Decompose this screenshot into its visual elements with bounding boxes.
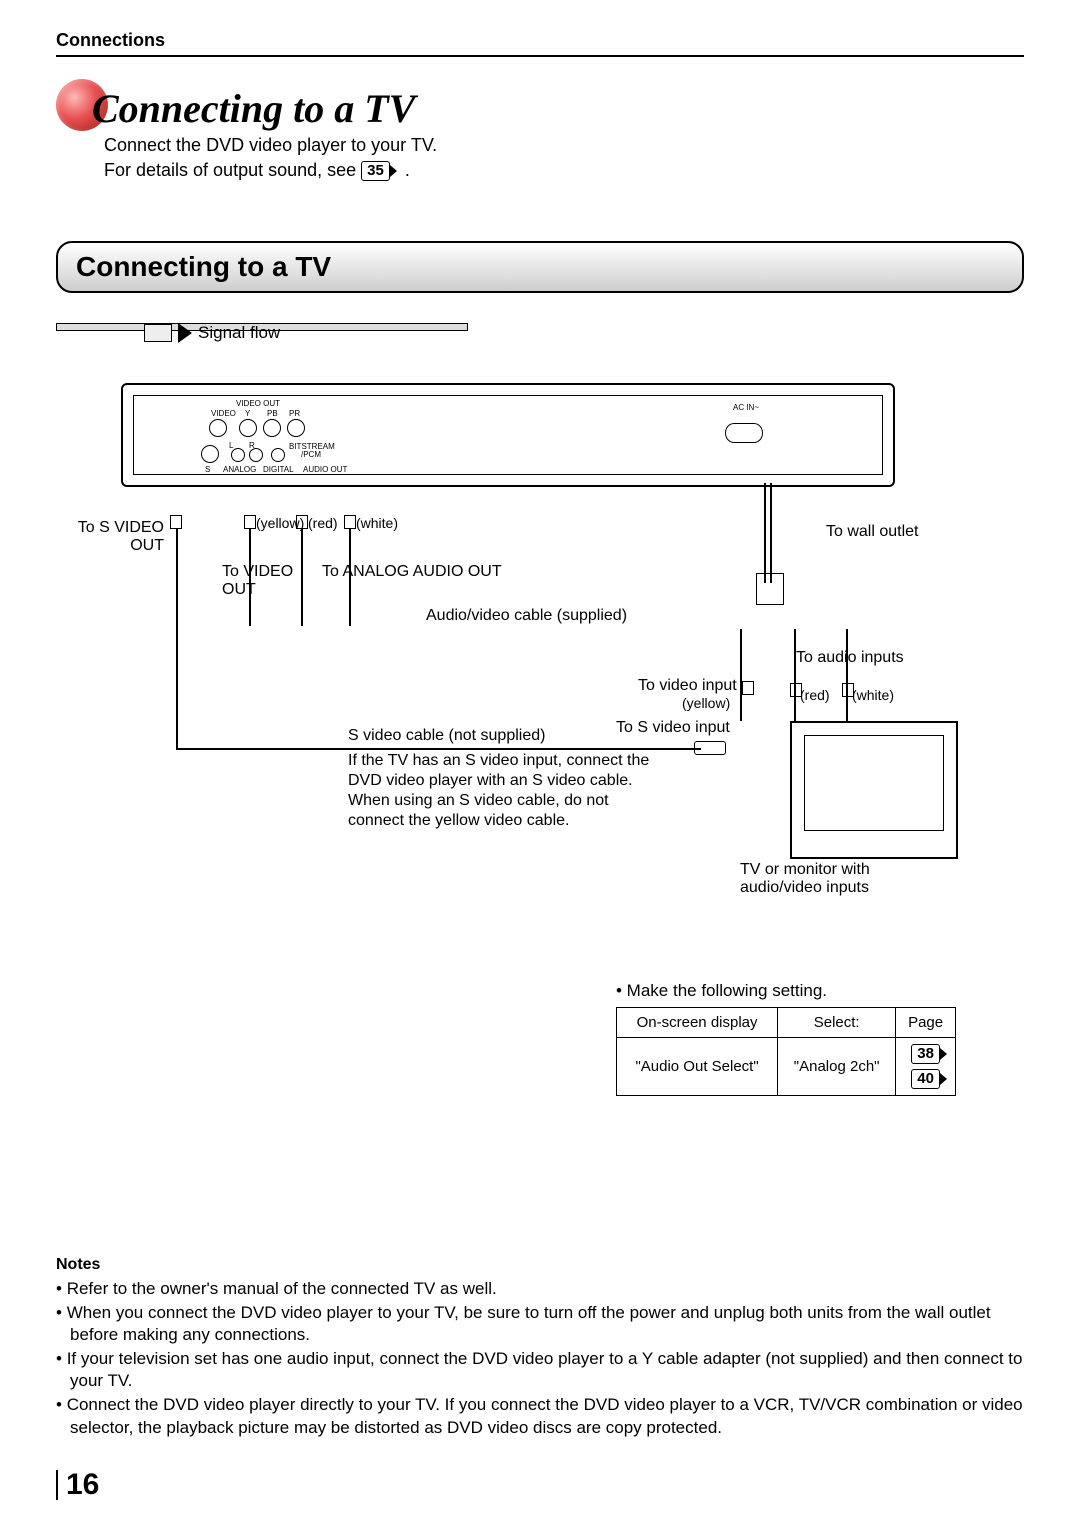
label-pb: PB xyxy=(267,409,278,418)
notes-title: Notes xyxy=(56,1256,1024,1274)
connection-diagram: Signal flow VIDEO OUT VIDEO Y PB PR S L … xyxy=(56,323,1024,963)
col-select: Select: xyxy=(778,1008,896,1038)
wire-audio-r xyxy=(349,528,351,626)
label-s-video-out: To S VIDEO OUT xyxy=(74,519,164,555)
label-red-top: (red) xyxy=(308,515,338,531)
label-yellow-top: (yellow) xyxy=(256,515,304,531)
section-underline xyxy=(56,55,1024,57)
dvd-logo-icon xyxy=(725,423,763,443)
label-ac-in: AC IN~ xyxy=(733,403,759,412)
notes-block: Notes Refer to the owner's manual of the… xyxy=(56,1256,1024,1439)
intro-line2-suffix: . xyxy=(405,160,410,180)
page-ref-icon: 38 xyxy=(911,1044,940,1064)
label-av-cable: Audio/video cable (supplied) xyxy=(426,607,627,625)
list-item: Connect the DVD video player directly to… xyxy=(56,1394,1024,1438)
jack-analog-l xyxy=(231,448,245,462)
cell-select: "Analog 2ch" xyxy=(778,1038,896,1096)
settings-lead: • Make the following setting. xyxy=(616,981,956,1001)
label-audio-out: AUDIO OUT xyxy=(303,465,347,474)
jack-video xyxy=(209,419,227,437)
intro-line2: For details of output sound, see 35 . xyxy=(104,160,1024,181)
settings-block: • Make the following setting. On-screen … xyxy=(616,981,956,1096)
s-video-plug-icon xyxy=(170,515,182,529)
list-item: If your television set has one audio inp… xyxy=(56,1348,1024,1392)
col-page: Page xyxy=(896,1008,956,1038)
tv-video-plug-icon xyxy=(742,681,754,695)
subheading: Connecting to a TV xyxy=(56,241,1024,293)
wire-audio-l xyxy=(301,528,303,626)
jack-pb xyxy=(263,419,281,437)
jack-y xyxy=(239,419,257,437)
s-video-cable-h xyxy=(176,748,701,750)
label-to-s-video-input: To S video input xyxy=(616,719,730,737)
label-yellow-tv: (yellow) xyxy=(682,695,730,711)
audio-r-plug-icon xyxy=(344,515,356,529)
label-r: R xyxy=(249,441,255,450)
power-plug-icon xyxy=(756,573,784,605)
label-to-video-input: To video input xyxy=(638,677,737,695)
label-video: VIDEO xyxy=(211,409,236,418)
page-ref-icon: 35 xyxy=(361,161,390,181)
settings-table: On-screen display Select: Page "Audio Ou… xyxy=(616,1007,956,1096)
label-to-wall-outlet: To wall outlet xyxy=(826,523,919,541)
arrow-right-icon xyxy=(178,323,192,343)
wire-video-in xyxy=(740,629,742,721)
list-item: Refer to the owner's manual of the conne… xyxy=(56,1278,1024,1300)
tv-screen-icon xyxy=(804,735,944,831)
dvd-player-rear-panel: VIDEO OUT VIDEO Y PB PR S L R ANALOG DIG… xyxy=(121,383,895,487)
tv-icon xyxy=(790,721,958,859)
table-row: "Audio Out Select" "Analog 2ch" 38 40 xyxy=(617,1038,956,1096)
label-bitstream: BITSTREAM /PCM xyxy=(289,443,333,459)
label-l: L xyxy=(229,441,233,450)
jack-pr xyxy=(287,419,305,437)
intro-text: Connect the DVD video player to your TV.… xyxy=(56,135,1024,181)
s-video-cable-v xyxy=(176,528,178,748)
power-cord-2 xyxy=(770,483,772,583)
video-plug-icon xyxy=(244,515,256,529)
label-s: S xyxy=(205,465,210,474)
list-item: When you connect the DVD video player to… xyxy=(56,1302,1024,1346)
label-digital: DIGITAL xyxy=(263,465,294,474)
s-video-connector-icon xyxy=(694,741,726,755)
wire-audio-in-l xyxy=(794,629,796,721)
label-to-audio-inputs: To audio inputs xyxy=(796,649,904,667)
label-white-top: (white) xyxy=(356,515,398,531)
intro-line1: Connect the DVD video player to your TV. xyxy=(104,135,1024,156)
s-video-note: If the TV has an S video input, connect … xyxy=(348,751,668,831)
cell-osd: "Audio Out Select" xyxy=(617,1038,778,1096)
label-s-video-cable: S video cable (not supplied) xyxy=(348,727,545,745)
label-red-tv: (red) xyxy=(800,687,830,703)
label-white-tv: (white) xyxy=(852,687,894,703)
signal-flow-legend: Signal flow xyxy=(144,323,280,343)
power-cord xyxy=(764,483,766,583)
main-title: Connecting to a TV xyxy=(92,89,415,129)
label-analog: ANALOG xyxy=(223,465,256,474)
jack-analog-r xyxy=(249,448,263,462)
page-number: 16 xyxy=(56,1470,99,1500)
wire-video xyxy=(249,528,251,626)
section-label: Connections xyxy=(56,30,1024,51)
notes-list: Refer to the owner's manual of the conne… xyxy=(56,1278,1024,1439)
label-pr: PR xyxy=(289,409,300,418)
jack-digital xyxy=(271,448,285,462)
wire-audio-in-r xyxy=(846,629,848,721)
signal-flow-label: Signal flow xyxy=(198,323,280,343)
intro-line2-prefix: For details of output sound, see xyxy=(104,160,361,180)
cell-page: 38 40 xyxy=(896,1038,956,1096)
legend-box-icon xyxy=(144,324,172,342)
label-to-video-out: To VIDEO OUT xyxy=(222,563,302,599)
jack-s-video xyxy=(201,445,219,463)
label-y: Y xyxy=(245,409,250,418)
tv-caption: TV or monitor with audio/video inputs xyxy=(740,861,930,897)
label-video-out: VIDEO OUT xyxy=(228,399,288,408)
col-osd: On-screen display xyxy=(617,1008,778,1038)
page-ref-icon: 40 xyxy=(911,1069,940,1089)
